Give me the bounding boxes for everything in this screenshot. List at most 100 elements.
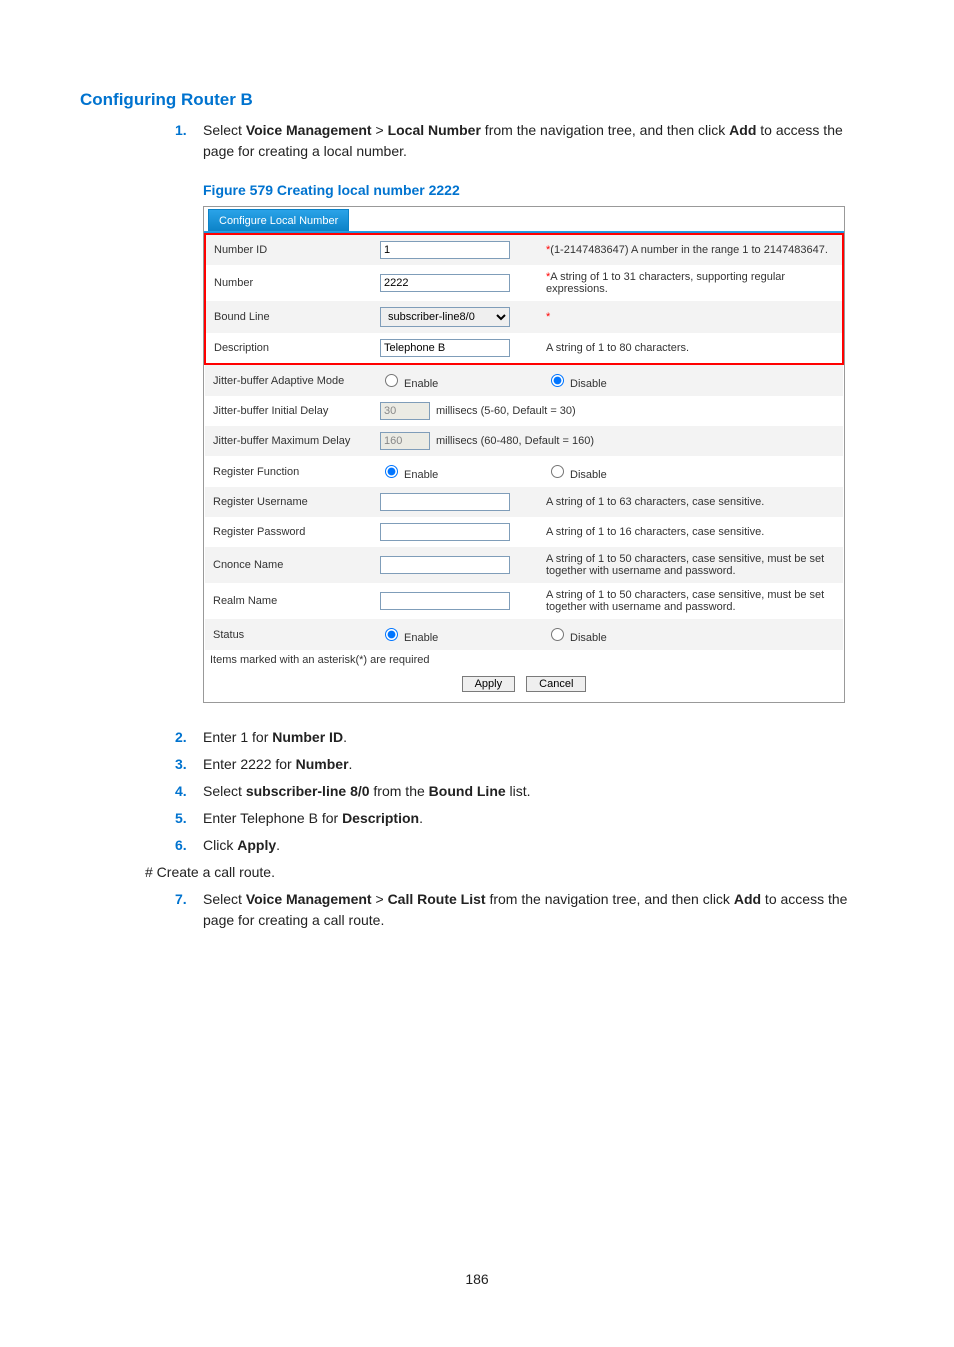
input-number-id[interactable] [380, 241, 510, 259]
radio-label-disable: Disable [570, 469, 607, 481]
form-table: Number ID *(1-2147483647) A number in th… [204, 233, 844, 650]
step-text: Enter 2222 for Number. [203, 754, 874, 775]
step-5: 5. Enter Telephone B for Description. [175, 808, 874, 829]
input-reg-pass[interactable] [380, 523, 510, 541]
step-text: Enter Telephone B for Description. [203, 808, 874, 829]
label-jb-mode: Jitter-buffer Adaptive Mode [205, 364, 372, 396]
suffix-jb-max: millisecs (60-480, Default = 160) [436, 435, 594, 447]
bold-text: Add [729, 122, 756, 138]
row-reg-func: Register Function Enable Disable [205, 456, 843, 487]
input-reg-user[interactable] [380, 493, 510, 511]
row-jb-mode: Jitter-buffer Adaptive Mode Enable Disab… [205, 364, 843, 396]
step-number: 3. [175, 754, 203, 775]
radio-label-enable: Enable [404, 469, 438, 481]
row-jb-initial: Jitter-buffer Initial Delay millisecs (5… [205, 396, 843, 426]
step-number: 1. [175, 120, 203, 162]
label-bound-line: Bound Line [205, 301, 372, 333]
bold-text: Description [342, 810, 419, 826]
label-reg-user: Register Username [205, 487, 372, 517]
step-4: 4. Select subscriber-line 8/0 from the B… [175, 781, 874, 802]
label-description: Description [205, 333, 372, 364]
section-heading: Configuring Router B [80, 90, 874, 110]
hint-number: A string of 1 to 31 characters, supporti… [546, 271, 785, 295]
text: from the [370, 783, 429, 799]
steps-list-continued-2: 7. Select Voice Management > Call Route … [175, 889, 874, 931]
page-number: 186 [80, 1271, 874, 1287]
apply-button[interactable]: Apply [462, 676, 516, 692]
row-description: Description A string of 1 to 80 characte… [205, 333, 843, 364]
step-text: Click Apply. [203, 835, 874, 856]
bold-text: Bound Line [429, 783, 506, 799]
step-number: 7. [175, 889, 203, 931]
row-status: Status Enable Disable [205, 619, 843, 650]
radio-jb-disable[interactable] [551, 374, 564, 387]
input-description[interactable] [380, 339, 510, 357]
text: . [419, 810, 423, 826]
bold-text: Apply [237, 837, 276, 853]
step-6: 6. Click Apply. [175, 835, 874, 856]
bold-text: Call Route List [388, 891, 486, 907]
text: from the navigation tree, and then click [481, 122, 729, 138]
required-note: Items marked with an asterisk(*) are req… [204, 650, 844, 670]
cancel-button[interactable]: Cancel [526, 676, 586, 692]
radio-label-disable: Disable [570, 632, 607, 644]
radio-label-disable: Disable [570, 378, 607, 390]
text: Select [203, 122, 246, 138]
input-number[interactable] [380, 274, 510, 292]
radio-reg-disable[interactable] [551, 465, 564, 478]
row-reg-pass: Register Password A string of 1 to 16 ch… [205, 517, 843, 547]
hint-cnonce: A string of 1 to 50 characters, case sen… [538, 547, 843, 583]
bold-text: subscriber-line 8/0 [246, 783, 370, 799]
text: Enter Telephone B for [203, 810, 342, 826]
hint-reg-pass: A string of 1 to 16 characters, case sen… [538, 517, 843, 547]
text: Select [203, 783, 246, 799]
label-reg-pass: Register Password [205, 517, 372, 547]
radio-reg-enable[interactable] [385, 465, 398, 478]
step-number: 4. [175, 781, 203, 802]
text: Enter 1 for [203, 729, 272, 745]
text: > [372, 122, 388, 138]
bold-text: Voice Management [246, 891, 372, 907]
hint-reg-user: A string of 1 to 63 characters, case sen… [538, 487, 843, 517]
input-cnonce[interactable] [380, 556, 510, 574]
select-bound-line[interactable]: subscriber-line8/0 [380, 307, 510, 327]
radio-status-enable[interactable] [385, 628, 398, 641]
input-jb-initial [380, 402, 430, 420]
label-jb-initial: Jitter-buffer Initial Delay [205, 396, 372, 426]
radio-label-enable: Enable [404, 632, 438, 644]
text: Enter 2222 for [203, 756, 296, 772]
step-7: 7. Select Voice Management > Call Route … [175, 889, 874, 931]
radio-status-disable[interactable] [551, 628, 564, 641]
step-number: 2. [175, 727, 203, 748]
text: from the navigation tree, and then click [486, 891, 734, 907]
tab-configure-local-number[interactable]: Configure Local Number [208, 209, 349, 231]
hint-description: A string of 1 to 80 characters. [538, 333, 843, 364]
label-reg-func: Register Function [205, 456, 372, 487]
steps-list-continued: 2. Enter 1 for Number ID. 3. Enter 2222 … [175, 727, 874, 856]
text: > [372, 891, 388, 907]
button-row: Apply Cancel [204, 670, 844, 702]
label-status: Status [205, 619, 372, 650]
radio-jb-enable[interactable] [385, 374, 398, 387]
text: . [349, 756, 353, 772]
figure-caption: Figure 579 Creating local number 2222 [203, 182, 874, 198]
screenshot-configure-local-number: Configure Local Number Number ID *(1-214… [203, 206, 845, 703]
bold-text: Voice Management [246, 122, 372, 138]
text: . [343, 729, 347, 745]
text: Select [203, 891, 246, 907]
step-text: Enter 1 for Number ID. [203, 727, 874, 748]
hint-number-id: (1-2147483647) A number in the range 1 t… [550, 244, 828, 256]
tab-bar: Configure Local Number [204, 207, 844, 231]
label-jb-max: Jitter-buffer Maximum Delay [205, 426, 372, 456]
row-number-id: Number ID *(1-2147483647) A number in th… [205, 234, 843, 265]
label-number: Number [205, 265, 372, 301]
text: Click [203, 837, 237, 853]
asterisk-icon: * [546, 311, 550, 323]
input-realm[interactable] [380, 592, 510, 610]
label-cnonce: Cnonce Name [205, 547, 372, 583]
step-number: 5. [175, 808, 203, 829]
row-number: Number *A string of 1 to 31 characters, … [205, 265, 843, 301]
bold-text: Number ID [272, 729, 343, 745]
step-text: Select Voice Management > Local Number f… [203, 120, 874, 162]
hint-realm: A string of 1 to 50 characters, case sen… [538, 583, 843, 619]
